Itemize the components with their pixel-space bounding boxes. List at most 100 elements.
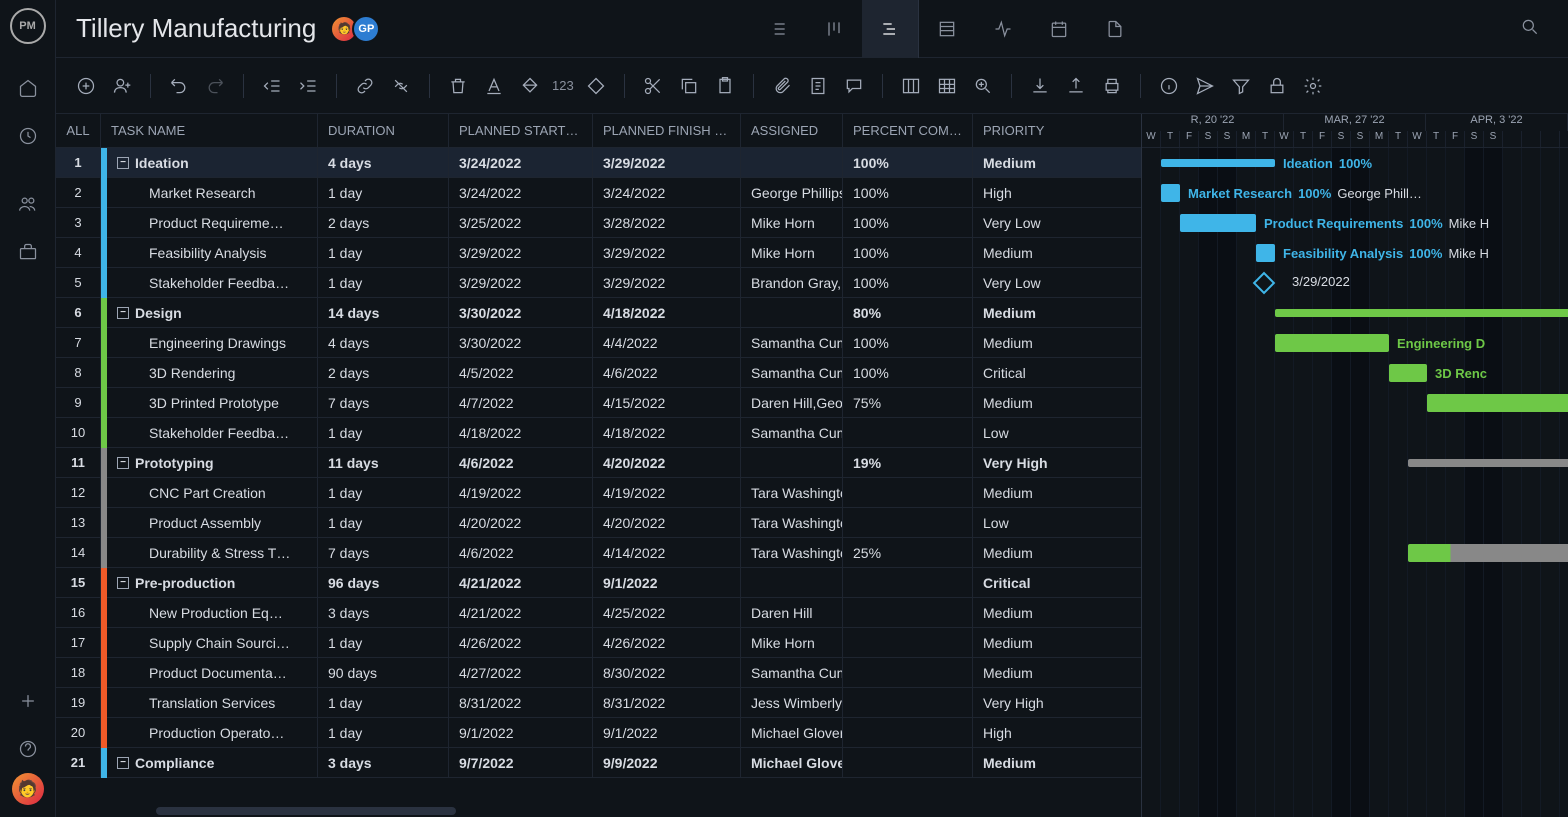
indent-icon[interactable] [294, 72, 322, 100]
task-name[interactable]: −Pre-production [107, 568, 318, 597]
col-percent[interactable]: PERCENT COM… [843, 114, 973, 147]
table-row[interactable]: 10Stakeholder Feedba…1 day4/18/20224/18/… [56, 418, 1141, 448]
start-cell[interactable]: 4/21/2022 [449, 568, 593, 597]
gantt-row[interactable] [1142, 658, 1568, 688]
duration-cell[interactable]: 11 days [318, 448, 449, 477]
start-cell[interactable]: 4/5/2022 [449, 358, 593, 387]
finish-cell[interactable]: 3/29/2022 [593, 148, 741, 177]
percent-cell[interactable]: 100% [843, 238, 973, 267]
start-cell[interactable]: 4/18/2022 [449, 418, 593, 447]
percent-cell[interactable] [843, 628, 973, 657]
outdent-icon[interactable] [258, 72, 286, 100]
duration-cell[interactable]: 1 day [318, 418, 449, 447]
assigned-cell[interactable]: Daren Hill,Geor [741, 388, 843, 417]
finish-cell[interactable]: 4/20/2022 [593, 448, 741, 477]
assigned-cell[interactable]: Michael Glover [741, 718, 843, 747]
priority-cell[interactable]: Very High [973, 448, 1068, 477]
duration-cell[interactable]: 2 days [318, 358, 449, 387]
finish-cell[interactable]: 3/24/2022 [593, 178, 741, 207]
start-cell[interactable]: 9/7/2022 [449, 748, 593, 777]
text-format-icon[interactable] [480, 72, 508, 100]
percent-cell[interactable]: 100% [843, 328, 973, 357]
task-name[interactable]: Durability & Stress T… [107, 538, 318, 567]
gantt-row[interactable] [1142, 448, 1568, 478]
assigned-cell[interactable]: George Phillips [741, 178, 843, 207]
gantt-row[interactable]: Product Requirements100%Mike H [1142, 208, 1568, 238]
duration-cell[interactable]: 1 day [318, 718, 449, 747]
start-cell[interactable]: 4/6/2022 [449, 538, 593, 567]
start-cell[interactable]: 4/7/2022 [449, 388, 593, 417]
unlink-icon[interactable] [387, 72, 415, 100]
percent-cell[interactable]: 80% [843, 298, 973, 327]
percent-cell[interactable]: 19% [843, 448, 973, 477]
export-icon[interactable] [1062, 72, 1090, 100]
start-cell[interactable]: 9/1/2022 [449, 718, 593, 747]
priority-cell[interactable]: Medium [973, 328, 1068, 357]
duration-cell[interactable]: 1 day [318, 178, 449, 207]
task-name[interactable]: Translation Services [107, 688, 318, 717]
col-all[interactable]: ALL [56, 114, 101, 147]
table-row[interactable]: 18Product Documenta…90 days4/27/20228/30… [56, 658, 1141, 688]
priority-cell[interactable]: Medium [973, 148, 1068, 177]
gantt-row[interactable]: Engineering D [1142, 328, 1568, 358]
priority-cell[interactable]: Medium [973, 238, 1068, 267]
duration-cell[interactable]: 2 days [318, 208, 449, 237]
zoom-icon[interactable] [969, 72, 997, 100]
percent-cell[interactable]: 25% [843, 538, 973, 567]
gantt-bar[interactable] [1408, 544, 1568, 562]
user-avatar[interactable]: 🧑 [12, 773, 44, 805]
percent-cell[interactable] [843, 478, 973, 507]
finish-cell[interactable]: 3/29/2022 [593, 268, 741, 297]
collapse-icon[interactable]: − [117, 457, 129, 469]
task-name[interactable]: Product Assembly [107, 508, 318, 537]
finish-cell[interactable]: 9/1/2022 [593, 718, 741, 747]
assigned-cell[interactable]: Mike Horn [741, 628, 843, 657]
tab-activity-icon[interactable] [975, 0, 1031, 58]
gantt-bar[interactable]: Ideation100% [1161, 159, 1275, 167]
duration-cell[interactable]: 3 days [318, 598, 449, 627]
finish-cell[interactable]: 9/1/2022 [593, 568, 741, 597]
paste-icon[interactable] [711, 72, 739, 100]
tab-board-icon[interactable] [806, 0, 862, 58]
assigned-cell[interactable]: Tara Washingtc [741, 538, 843, 567]
start-cell[interactable]: 3/30/2022 [449, 298, 593, 327]
finish-cell[interactable]: 9/9/2022 [593, 748, 741, 777]
priority-cell[interactable]: Medium [973, 628, 1068, 657]
table-row[interactable]: 83D Rendering2 days4/5/20224/6/2022Saman… [56, 358, 1141, 388]
assigned-cell[interactable]: Mike Horn [741, 238, 843, 267]
assigned-cell[interactable]: Samantha Cum [741, 418, 843, 447]
priority-cell[interactable]: Critical [973, 568, 1068, 597]
task-name[interactable]: Production Operato… [107, 718, 318, 747]
finish-cell[interactable]: 4/15/2022 [593, 388, 741, 417]
table-row[interactable]: 17Supply Chain Sourci…1 day4/26/20224/26… [56, 628, 1141, 658]
duration-cell[interactable]: 1 day [318, 508, 449, 537]
col-start[interactable]: PLANNED START… [449, 114, 593, 147]
assigned-cell[interactable] [741, 568, 843, 597]
tab-sheet-icon[interactable] [919, 0, 975, 58]
task-name[interactable]: −Design [107, 298, 318, 327]
task-name[interactable]: 3D Rendering [107, 358, 318, 387]
gantt-row[interactable] [1142, 568, 1568, 598]
tab-file-icon[interactable] [1087, 0, 1143, 58]
copy-icon[interactable] [675, 72, 703, 100]
print-icon[interactable] [1098, 72, 1126, 100]
start-cell[interactable]: 3/25/2022 [449, 208, 593, 237]
priority-cell[interactable]: Low [973, 418, 1068, 447]
task-name[interactable]: Feasibility Analysis [107, 238, 318, 267]
finish-cell[interactable]: 4/14/2022 [593, 538, 741, 567]
task-name[interactable]: Product Documenta… [107, 658, 318, 687]
info-icon[interactable] [1155, 72, 1183, 100]
table-row[interactable]: 2Market Research1 day3/24/20223/24/2022G… [56, 178, 1141, 208]
percent-cell[interactable] [843, 688, 973, 717]
task-name[interactable]: Supply Chain Sourci… [107, 628, 318, 657]
finish-cell[interactable]: 3/28/2022 [593, 208, 741, 237]
briefcase-icon[interactable] [8, 232, 48, 272]
duration-cell[interactable]: 14 days [318, 298, 449, 327]
table-row[interactable]: 93D Printed Prototype7 days4/7/20224/15/… [56, 388, 1141, 418]
tab-gantt-icon[interactable] [862, 0, 918, 58]
gantt-bar[interactable] [1427, 394, 1568, 412]
undo-icon[interactable] [165, 72, 193, 100]
tab-calendar-icon[interactable] [1031, 0, 1087, 58]
link-icon[interactable] [351, 72, 379, 100]
percent-cell[interactable]: 100% [843, 178, 973, 207]
